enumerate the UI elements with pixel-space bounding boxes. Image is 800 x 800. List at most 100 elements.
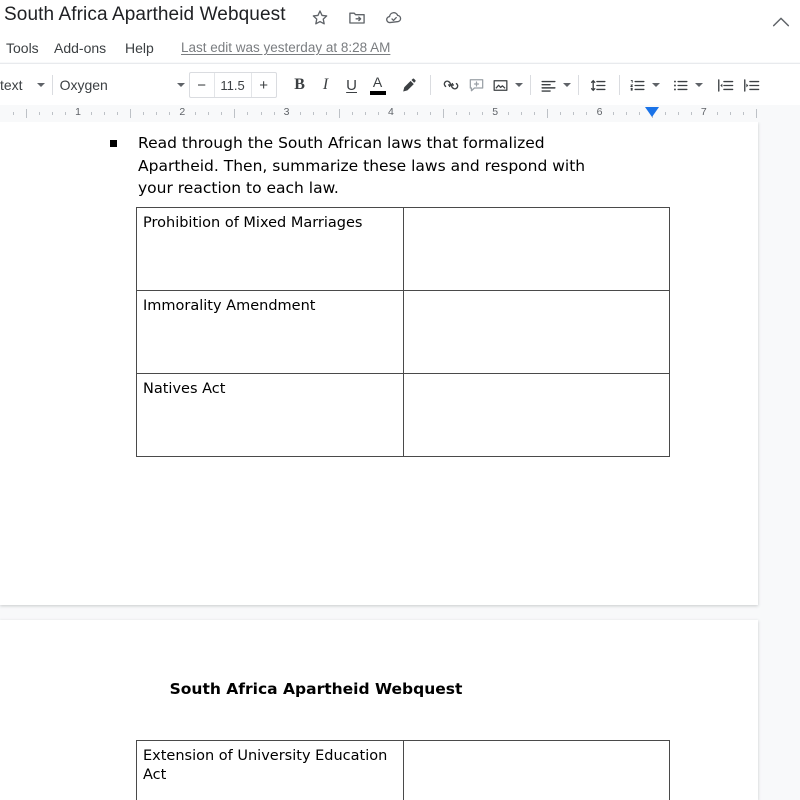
apartheid-laws-table-page-1[interactable]: Prohibition of Mixed Marriages Immoralit… bbox=[136, 207, 670, 457]
law-response-cell[interactable] bbox=[403, 207, 670, 291]
numbered-list-chevron-down-icon[interactable] bbox=[651, 83, 660, 87]
right-indent-marker[interactable] bbox=[644, 107, 659, 117]
document-title[interactable]: South Africa Apartheid Webquest bbox=[4, 4, 286, 26]
cloud-saved-icon[interactable] bbox=[384, 8, 404, 28]
text-color-button[interactable]: A bbox=[365, 72, 391, 98]
ruler-tick bbox=[312, 112, 314, 115]
table-row[interactable]: Natives Act bbox=[136, 373, 670, 457]
numbered-list-button[interactable] bbox=[627, 72, 649, 98]
line-spacing-icon bbox=[589, 76, 608, 95]
ruler-tick bbox=[469, 112, 471, 115]
underline-button[interactable]: U bbox=[339, 72, 365, 98]
ruler-tick bbox=[195, 112, 197, 115]
ruler-tick bbox=[521, 112, 523, 115]
star-icon[interactable] bbox=[310, 8, 330, 28]
ruler-tick bbox=[612, 112, 614, 115]
ruler-number: 1 bbox=[75, 106, 81, 118]
bold-label: B bbox=[294, 76, 305, 93]
image-icon bbox=[491, 76, 510, 95]
table-row[interactable]: Prohibition of Mixed Marriages bbox=[136, 207, 670, 291]
highlight-color-button[interactable] bbox=[397, 72, 423, 98]
ruler-tick bbox=[729, 112, 731, 115]
ruler-number: 2 bbox=[179, 106, 186, 118]
law-name-cell[interactable]: Immorality Amendment bbox=[136, 290, 404, 374]
font-family-dropdown[interactable]: Oxygen bbox=[60, 77, 185, 93]
ruler-tick bbox=[690, 112, 692, 115]
ruler-tick bbox=[560, 112, 562, 115]
ruler-tick bbox=[143, 112, 145, 115]
menu-item-tools[interactable]: Tools bbox=[3, 39, 42, 57]
ruler-tick bbox=[742, 112, 744, 115]
ruler-tick bbox=[208, 112, 210, 115]
document-page-1: Read through the South African laws that… bbox=[0, 122, 758, 605]
last-edit-status[interactable]: Last edit was yesterday at 8:28 AM bbox=[181, 40, 390, 55]
ruler-tick bbox=[508, 112, 510, 115]
document-ruler[interactable]: 1 2 3 4 5 6 7 bbox=[0, 105, 800, 123]
bulleted-list-chevron-down-icon[interactable] bbox=[694, 83, 703, 87]
ruler-tick bbox=[130, 109, 132, 118]
law-name-cell[interactable]: Natives Act bbox=[136, 373, 404, 457]
ruler-tick bbox=[430, 112, 431, 115]
align-button[interactable] bbox=[538, 72, 560, 98]
decrease-font-size-button[interactable]: − bbox=[190, 73, 214, 97]
align-chevron-down-icon[interactable] bbox=[562, 83, 571, 87]
ruler-tick bbox=[351, 112, 353, 115]
add-comment-button[interactable] bbox=[464, 72, 490, 98]
increase-font-size-button[interactable]: + bbox=[252, 73, 276, 97]
text-color-swatch bbox=[369, 91, 386, 95]
add-comment-icon bbox=[467, 76, 486, 95]
bulleted-list-icon bbox=[671, 76, 690, 95]
move-to-folder-icon[interactable] bbox=[347, 8, 367, 28]
italic-label: I bbox=[322, 76, 329, 93]
ruler-tick bbox=[169, 112, 171, 115]
paragraph-style-dropdown[interactable]: text bbox=[0, 77, 45, 93]
numbered-list-icon bbox=[628, 76, 647, 95]
ruler-tick bbox=[104, 112, 106, 115]
collapse-menus-chevron-up-icon[interactable] bbox=[770, 14, 792, 30]
ruler-tick bbox=[534, 112, 536, 115]
table-row[interactable]: Immorality Amendment bbox=[136, 290, 670, 374]
ruler-tick bbox=[482, 112, 484, 115]
ruler-tick bbox=[38, 112, 40, 115]
ruler-tick bbox=[91, 112, 93, 115]
ruler-tick bbox=[234, 109, 236, 118]
insert-link-button[interactable] bbox=[438, 72, 464, 98]
insert-image-button[interactable] bbox=[490, 72, 512, 98]
ruler-tick bbox=[247, 112, 249, 115]
increase-indent-button[interactable] bbox=[739, 72, 765, 98]
bulleted-list-button[interactable] bbox=[670, 72, 692, 98]
apartheid-laws-table-page-2[interactable]: Extension of University Education Act bbox=[136, 740, 670, 800]
menu-bar: Tools Add-ons Help Last edit was yesterd… bbox=[0, 36, 800, 62]
toolbar-divider bbox=[429, 75, 431, 95]
ruler-tick bbox=[260, 112, 262, 115]
ruler-tick bbox=[755, 109, 757, 118]
italic-button[interactable]: I bbox=[313, 72, 339, 98]
ruler-tick bbox=[273, 112, 275, 115]
decrease-indent-button[interactable] bbox=[713, 72, 739, 98]
toolbar-divider bbox=[577, 75, 579, 95]
law-response-cell[interactable] bbox=[403, 740, 670, 800]
font-size-input[interactable]: 11.5 bbox=[213, 73, 252, 97]
underline-label: U bbox=[346, 76, 357, 94]
law-name-cell[interactable]: Extension of University Education Act bbox=[136, 740, 404, 800]
document-canvas[interactable]: Read through the South African laws that… bbox=[0, 122, 800, 800]
ruler-tick bbox=[456, 112, 458, 115]
table-row[interactable]: Extension of University Education Act bbox=[136, 740, 670, 800]
toolbar-divider bbox=[618, 75, 620, 95]
insert-image-chevron-down-icon[interactable] bbox=[514, 83, 523, 87]
bullet-paragraph[interactable]: Read through the South African laws that… bbox=[110, 132, 610, 200]
title-bar: South Africa Apartheid Webquest bbox=[0, 0, 800, 36]
font-family-label: Oxygen bbox=[59, 77, 108, 93]
line-spacing-button[interactable] bbox=[586, 72, 612, 98]
law-response-cell[interactable] bbox=[403, 290, 670, 374]
menu-item-help[interactable]: Help bbox=[122, 39, 157, 57]
menu-item-add-ons[interactable]: Add-ons bbox=[51, 39, 109, 57]
law-name-cell[interactable]: Prohibition of Mixed Marriages bbox=[136, 207, 404, 291]
bold-button[interactable]: B bbox=[287, 72, 313, 98]
law-response-cell[interactable] bbox=[403, 373, 670, 457]
ruler-tick bbox=[364, 112, 366, 115]
text-color-letter: A bbox=[372, 74, 383, 90]
chevron-down-icon bbox=[36, 83, 45, 87]
ruler-tick bbox=[338, 109, 340, 118]
ruler-tick bbox=[12, 112, 14, 115]
